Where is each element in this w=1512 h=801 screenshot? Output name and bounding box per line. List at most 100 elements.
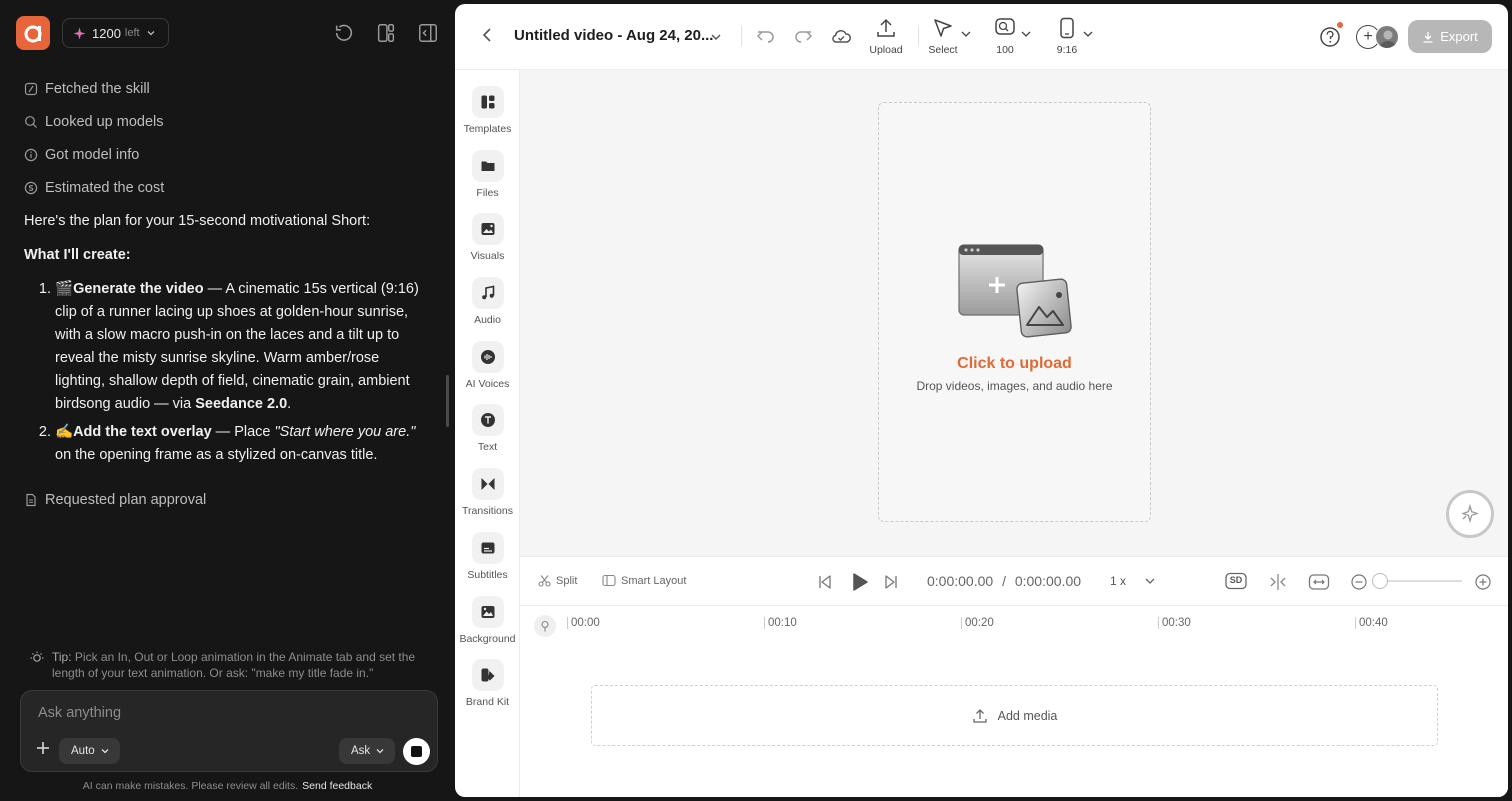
zoom-slider-handle[interactable] [1372, 573, 1388, 589]
rail-item-text[interactable]: Text [455, 404, 520, 453]
redo-icon[interactable] [792, 25, 814, 47]
collapse-panel-icon[interactable] [417, 22, 439, 44]
zoom-label[interactable]: 100 [980, 44, 1030, 56]
step-label: Fetched the skill [45, 80, 150, 97]
notification-dot [1337, 22, 1343, 28]
smart-layout-label: Smart Layout [621, 574, 687, 587]
zoom-in-icon[interactable] [1474, 573, 1492, 591]
message-intro: Here's the plan for your 15-second motiv… [24, 213, 371, 229]
plan-approval-label: Requested plan approval [45, 492, 207, 508]
quality-badge[interactable]: SD [1225, 572, 1247, 590]
rail-item-audio[interactable]: Audio [455, 277, 520, 326]
ask-mode-select[interactable]: Ask [339, 738, 396, 764]
credits-badge[interactable]: 1200 left [62, 18, 169, 48]
plan-list: 🎬Generate the video — A cinematic 15s ve… [24, 278, 424, 467]
rail-item-label: Files [476, 187, 499, 199]
credits-count: 1200 [92, 25, 121, 41]
timeline-marker-button[interactable] [534, 615, 556, 637]
auto-mode-select[interactable]: Auto [59, 738, 120, 764]
video-title[interactable]: Untitled video - Aug 24, 20... [514, 27, 713, 44]
stop-icon [411, 746, 422, 757]
timeline-tick: 00:10 [764, 617, 797, 629]
video-editor: Untitled video - Aug 24, 20... Upload Se… [455, 4, 1508, 797]
ai-assistant-button[interactable] [1446, 490, 1494, 538]
undo-icon[interactable] [755, 25, 777, 47]
pin-icon [541, 620, 549, 632]
rail-item-label: AI Voices [465, 378, 510, 390]
step-item[interactable]: Fetched the skill [24, 72, 164, 105]
split-clip-icon[interactable] [1268, 572, 1288, 592]
user-avatar[interactable] [1375, 25, 1399, 49]
rail-item-transitions[interactable]: Transitions [455, 468, 520, 517]
chat-panel: 1200 left Fetched the skill Looked up mo… [0, 0, 455, 801]
zoom-out-icon[interactable] [1350, 573, 1368, 591]
help-icon[interactable] [1319, 26, 1341, 48]
split-button[interactable]: Split [538, 574, 577, 587]
play-icon[interactable] [848, 571, 870, 593]
chevron-down-icon[interactable] [709, 30, 723, 44]
rail-item-background[interactable]: Background [455, 596, 520, 645]
chevron-down-icon[interactable] [960, 28, 972, 40]
add-media-label: Add media [997, 708, 1058, 723]
skip-back-icon[interactable] [816, 573, 834, 591]
templates-icon [481, 95, 494, 109]
dropzone-hint: Drop videos, images, and audio here [916, 379, 1113, 393]
transitions-icon [481, 478, 494, 490]
toolbar-divider [918, 26, 919, 46]
rail-item-brand-kit[interactable]: Brand Kit [455, 659, 520, 708]
auto-mode-label: Auto [71, 745, 95, 757]
upload-label[interactable]: Upload [861, 44, 911, 56]
history-icon[interactable] [333, 22, 355, 44]
back-icon[interactable] [479, 26, 497, 44]
export-button[interactable]: Export [1408, 20, 1492, 53]
chat-scrollbar[interactable] [446, 375, 449, 427]
rail-item-files[interactable]: Files [455, 150, 520, 199]
select-cursor-icon[interactable] [932, 17, 954, 39]
send-feedback-link[interactable]: Send feedback [302, 780, 372, 792]
plus-icon[interactable] [34, 739, 52, 757]
select-label[interactable]: Select [918, 44, 968, 56]
plan-item-text: — A cinematic 15s vertical (9:16) clip o… [55, 281, 419, 412]
lightbulb-icon [30, 651, 44, 662]
chevron-down-icon[interactable] [1082, 28, 1094, 40]
stop-button[interactable] [403, 738, 430, 765]
coin-icon [24, 181, 38, 195]
step-item[interactable]: Estimated the cost [24, 171, 164, 204]
step-item[interactable]: Got model info [24, 138, 164, 171]
magic-sparkle-icon [1461, 503, 1479, 524]
plan-item-title: Generate the video [73, 281, 204, 297]
rail-item-ai-voices[interactable]: AI Voices [455, 341, 520, 390]
rail-item-templates[interactable]: Templates [455, 86, 520, 135]
layout-panels-icon[interactable] [375, 22, 397, 44]
step-label: Looked up models [45, 113, 164, 130]
app-logo[interactable] [16, 16, 50, 50]
rail-item-subtitles[interactable]: Subtitles [455, 532, 520, 581]
add-media-button[interactable]: Add media [591, 685, 1438, 746]
chevron-down-icon[interactable] [1020, 28, 1032, 40]
plan-item-title: Add the text overlay [73, 424, 212, 440]
credits-suffix: left [124, 27, 140, 39]
chevron-down-icon[interactable] [1143, 574, 1157, 588]
folder-icon [481, 161, 494, 171]
rail-item-label: Templates [463, 123, 512, 135]
skip-forward-icon[interactable] [882, 573, 900, 591]
upload-dropzone[interactable]: Click to upload Drop videos, images, and… [878, 102, 1151, 522]
upload-icon[interactable] [875, 17, 897, 39]
chevron-down-icon [376, 749, 384, 754]
chat-input[interactable] [38, 702, 418, 724]
plan-approval-status[interactable]: Requested plan approval [24, 492, 206, 508]
aspect-label[interactable]: 9:16 [1042, 44, 1092, 56]
smart-layout-button[interactable]: Smart Layout [602, 574, 686, 587]
zoom-icon[interactable] [994, 17, 1016, 39]
zoom-slider-track[interactable] [1378, 580, 1462, 582]
click-to-upload-label[interactable]: Click to upload [879, 355, 1150, 373]
skill-icon [24, 82, 38, 96]
phone-aspect-icon[interactable] [1056, 17, 1078, 39]
step-item[interactable]: Looked up models [24, 105, 164, 138]
timeline-tick: 00:20 [961, 617, 994, 629]
cloud-saved-icon[interactable] [830, 25, 852, 47]
playback-speed[interactable]: 1 x [1110, 574, 1126, 588]
fit-timeline-icon[interactable] [1308, 572, 1330, 592]
rail-item-visuals[interactable]: Visuals [455, 213, 520, 262]
plan-item: 🎬Generate the video — A cinematic 15s ve… [55, 278, 424, 416]
